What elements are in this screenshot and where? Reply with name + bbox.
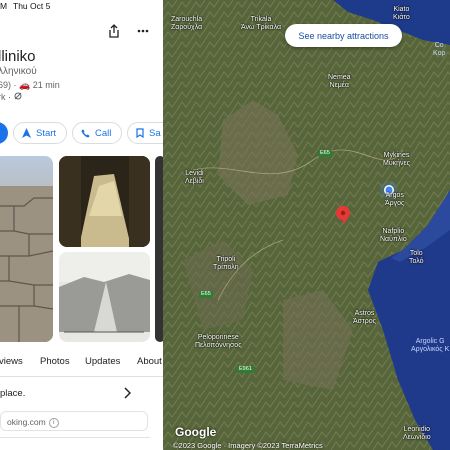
booking-card[interactable]: oking.com i [0,411,148,431]
place-panel: M Thu Oct 5 lliniko λληνικού 69) · 🚗 21 … [0,0,163,450]
status-time: M [0,1,8,11]
map-label-levidi: Levidi Λεβίδι [185,170,204,185]
map-label-peloponnese: Peloponnese Πελοπόννησος [195,334,242,349]
no-accessibility-icon [14,92,22,102]
tab-updates[interactable]: Updates [85,356,120,367]
photo-stone-wall[interactable] [0,156,53,342]
map-label-nafplio: Nafplio Ναύπλιο [380,228,407,243]
tab-photos[interactable]: Photos [40,356,70,367]
status-date: Thu Oct 5 [13,1,51,11]
map-label-zarouchla: Zarouchla Ζαρούχλα [171,16,203,31]
info-row-text[interactable]: place. [0,388,25,399]
call-button[interactable]: Call [72,122,122,144]
more-options-icon[interactable] [137,24,149,42]
map-label-leonidio: Leonidio Λεωνίδιο [403,426,431,441]
map-credit: ©2023 Google · Imagery ©2023 TerraMetric… [173,441,323,450]
place-subtitle: λληνικού [0,66,37,77]
map-label-corinth: Co Κορ [433,42,446,57]
directions-button[interactable] [0,122,8,144]
chevron-right-icon[interactable] [123,386,132,404]
satellite-imagery [163,0,450,450]
tabs-divider [0,376,163,377]
map-view[interactable]: See nearby attractions Zarouchla Ζαρούχλα… [163,0,450,450]
map-label-nemea: Nemea Νεμέα [328,74,351,89]
tab-about[interactable]: About [137,356,162,367]
drive-time: 21 min [32,80,60,90]
place-meta: 69) · 🚗 21 min [0,80,60,91]
next-card [0,437,150,450]
road-badge-e961: E961 [237,366,254,373]
photo-tunnel[interactable] [59,156,150,247]
map-label-tripoli: Tripoli Τρίπολη [213,256,239,271]
booking-card-text: oking.com [7,417,46,427]
map-label-astros: Astros Άστρος [353,310,377,325]
road-badge-e65: E65 [318,150,332,157]
place-tabs: views Photos Updates About [0,356,163,372]
car-icon: 🚗 [19,80,31,90]
map-label-mykines: Mykines Μυκήνες [383,152,411,167]
info-icon[interactable]: i [48,417,59,428]
photo-partial[interactable] [155,156,163,342]
map-label-argolic-gulf: Argolic G Αργολικός Κ [411,338,450,353]
map-label-trikala: Trikala Άνω Τρίκαλα [241,16,282,31]
photo-engraving[interactable] [59,252,150,342]
call-label: Call [95,127,112,139]
share-icon[interactable] [108,24,120,43]
tab-reviews[interactable]: views [0,356,23,367]
start-label: Start [36,127,57,139]
see-nearby-attractions-button[interactable]: See nearby attractions [285,24,402,47]
category-label: rk [0,92,6,102]
save-button[interactable]: Sa [127,122,163,144]
road-badge-e65-south: E65 [199,291,213,298]
start-button[interactable]: Start [13,122,67,144]
phone-icon [81,129,90,137]
bookmark-icon [136,128,144,138]
map-label-tolo: Tolo Τολό [409,250,424,265]
place-title: lliniko [0,48,36,65]
map-label-argos: Argos Άργος [385,192,405,207]
map-label-kiato: Kiato Κιάτο [393,6,410,21]
save-label: Sa [149,127,161,139]
place-category: rk · [0,92,22,102]
navigation-arrow-icon [22,128,31,138]
google-logo: Google [175,425,217,439]
rating-count: 69) [0,80,12,90]
